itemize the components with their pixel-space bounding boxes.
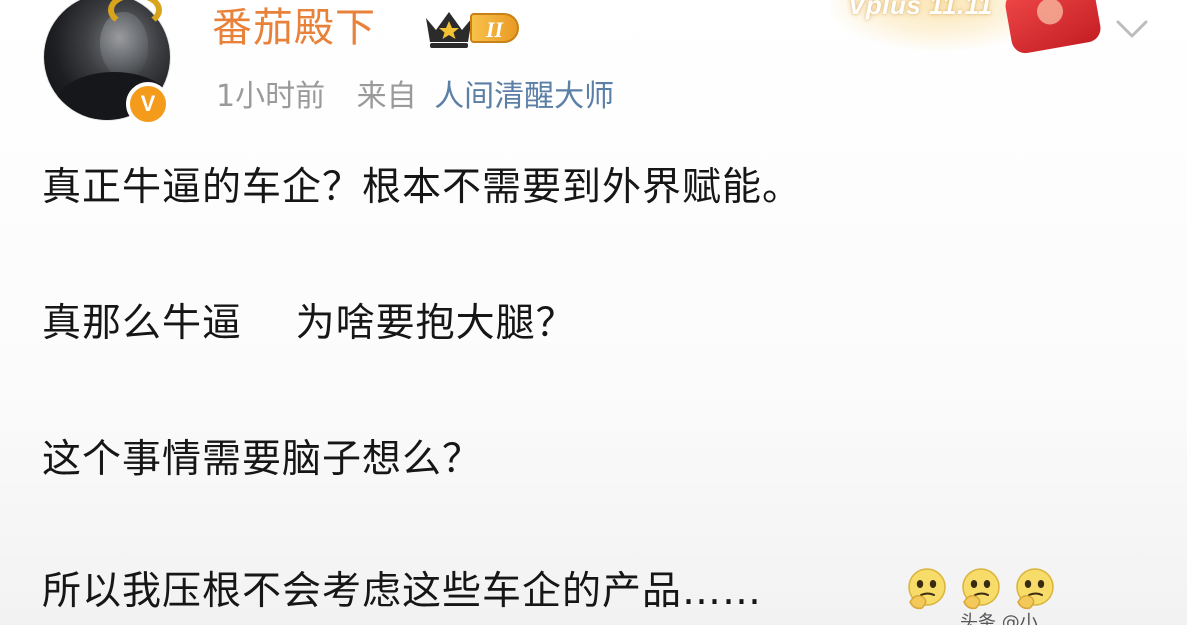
- source-label: 来自: [356, 79, 417, 114]
- post-text-line: 这个事情需要脑子想么？: [42, 437, 483, 482]
- author-name[interactable]: 番茄殿下: [212, 0, 376, 56]
- promo-label: Vplus 11.11: [848, 0, 993, 20]
- verified-badge-icon: V: [126, 82, 170, 126]
- red-packet-icon: [1003, 0, 1103, 56]
- level-label: II: [470, 13, 520, 43]
- source-watermark: 头条 @小: [960, 612, 1038, 625]
- post-time: 1小时前: [216, 79, 326, 114]
- weibo-post-screen: V 番茄殿下 II 1小时前 来自 人间清醒大师 Vplus 11.11 真正牛…: [0, 0, 1187, 625]
- crown-icon: [426, 12, 472, 48]
- thinking-face-icon: [908, 568, 946, 610]
- post-text-line: 真那么牛逼 为啥要抱大腿？: [42, 301, 576, 346]
- post-text-line: 真正牛逼的车企？根本不需要到外界赋能。: [42, 165, 803, 210]
- emoji-row: [904, 566, 1058, 612]
- source-app-link[interactable]: 人间清醒大师: [434, 79, 614, 114]
- thinking-face-icon: [1016, 568, 1054, 610]
- thinking-face-icon: [962, 568, 1000, 610]
- post-text-line: 所以我压根不会考虑这些车企的产品……: [42, 569, 763, 614]
- chevron-down-icon[interactable]: [1112, 14, 1152, 44]
- post-meta: 1小时前 来自 人间清醒大师: [216, 74, 636, 120]
- member-level-badge[interactable]: II: [422, 6, 520, 50]
